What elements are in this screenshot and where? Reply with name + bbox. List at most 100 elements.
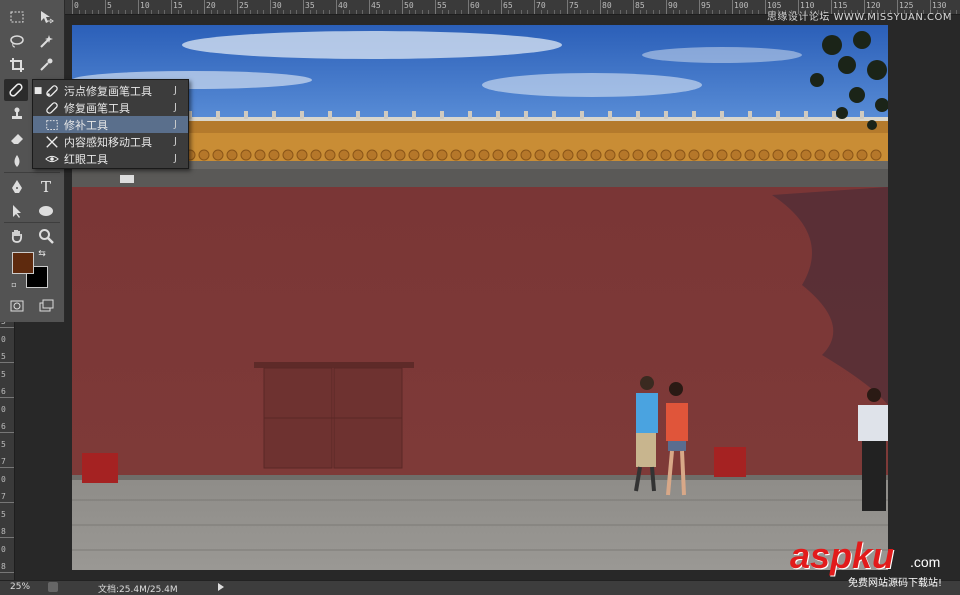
ruler-minor-tick <box>184 10 186 14</box>
roof-tile <box>870 149 882 161</box>
roof-ornament <box>804 111 808 119</box>
flyout-item[interactable]: 内容感知移动工具 J <box>33 133 188 150</box>
swap-colors-icon[interactable]: ⇆ <box>36 248 48 260</box>
ruler-minor-tick <box>283 10 285 14</box>
screen-mode-icon[interactable] <box>34 295 58 317</box>
roof-ornament <box>832 111 836 119</box>
flyout-item-label: 修补工具 <box>64 118 108 132</box>
document-canvas[interactable] <box>72 25 888 570</box>
ruler-minor-tick <box>448 10 450 14</box>
ruler-minor-tick <box>296 10 298 14</box>
ruler-label: 60 <box>470 1 480 10</box>
vertical-ruler[interactable]: 505560657075808 <box>0 315 15 580</box>
ruler-minor-tick <box>481 10 483 14</box>
blur-tool-icon[interactable] <box>5 150 29 172</box>
roof-ornament <box>552 111 556 119</box>
stamp-tool-icon[interactable] <box>5 103 29 125</box>
quick-mask-icon[interactable] <box>5 295 29 317</box>
flyout-item[interactable]: 修补工具 J <box>33 116 188 133</box>
ruler-label: 45 <box>371 1 381 10</box>
ruler-label: 8 <box>1 562 6 571</box>
eraser-tool-icon[interactable] <box>5 127 29 149</box>
ruler-minor-tick <box>118 10 120 14</box>
ruler-minor-tick <box>415 10 417 14</box>
flyout-item[interactable]: 修复画笔工具 J <box>33 99 188 116</box>
roof-tile <box>240 149 252 161</box>
ruler-minor-tick <box>672 10 674 14</box>
ruler-tick <box>732 0 733 14</box>
marquee-tool-icon[interactable] <box>5 6 29 28</box>
selected-bullet: ■ <box>33 85 43 96</box>
roof-tile <box>646 149 658 161</box>
magic-wand-icon[interactable] <box>34 30 58 52</box>
ruler-label: 15 <box>173 1 183 10</box>
ruler-label: 25 <box>239 1 249 10</box>
ruler-minor-tick <box>190 10 192 14</box>
roof-tile <box>520 149 532 161</box>
roof-ornament <box>244 111 248 119</box>
path-selection-icon[interactable] <box>5 200 29 222</box>
ruler-tick <box>0 467 14 468</box>
ruler-label: 8 <box>1 527 6 536</box>
ruler-minor-tick <box>124 10 126 14</box>
roof-tile <box>198 149 210 161</box>
ruler-tick <box>0 537 14 538</box>
roof-tile <box>534 149 546 161</box>
ruler-minor-tick <box>758 10 760 14</box>
ruler-minor-tick <box>540 10 542 14</box>
ruler-minor-tick <box>217 10 219 14</box>
type-tool-icon[interactable]: T <box>34 176 58 198</box>
roof-ornament <box>860 111 864 119</box>
flyout-item[interactable]: ■ 污点修复画笔工具 J <box>33 82 188 99</box>
ruler-minor-tick <box>487 10 489 14</box>
ruler-minor-tick <box>514 10 516 14</box>
ruler-minor-tick <box>78 10 80 14</box>
ruler-minor-tick <box>382 10 384 14</box>
pen-tool-icon[interactable] <box>5 176 29 198</box>
ruler-label: 90 <box>668 1 678 10</box>
roof-ornament <box>748 111 752 119</box>
roof-tile <box>394 149 406 161</box>
ruler-minor-tick <box>355 10 357 14</box>
roof-ornament <box>776 111 780 119</box>
zoom-level[interactable]: 25% <box>10 582 30 592</box>
eyedropper-icon[interactable] <box>34 54 58 76</box>
roof-tile <box>772 149 784 161</box>
foreground-color-swatch[interactable] <box>12 252 34 274</box>
ruler-minor-tick <box>256 10 258 14</box>
ruler-label: 0 <box>1 544 6 554</box>
ruler-minor-tick <box>111 10 113 14</box>
ruler-minor-tick <box>461 10 463 14</box>
ruler-label: 70 <box>536 1 546 10</box>
default-colors-icon[interactable]: ▫ <box>8 278 20 290</box>
roof-tile <box>212 149 224 161</box>
roof-tile <box>786 149 798 161</box>
crop-tool-icon[interactable] <box>5 54 29 76</box>
ruler-minor-tick <box>375 10 377 14</box>
zoom-tool-icon[interactable] <box>34 225 58 247</box>
ruler-minor-tick <box>316 10 318 14</box>
ruler-label: 40 <box>338 1 348 10</box>
ruler-minor-tick <box>745 10 747 14</box>
ruler-minor-tick <box>586 10 588 14</box>
roof-tile <box>548 149 560 161</box>
ruler-minor-tick <box>210 10 212 14</box>
flyout-item[interactable]: 红眼工具 J <box>33 150 188 167</box>
ruler-minor-tick <box>250 10 252 14</box>
lasso-tool-icon[interactable] <box>5 30 29 52</box>
ruler-minor-tick <box>157 10 159 14</box>
spot-healing-tool-icon[interactable] <box>4 79 28 101</box>
document-icon[interactable] <box>48 582 58 592</box>
ruler-label: 5 <box>1 509 6 519</box>
ruler-minor-tick <box>441 10 443 14</box>
ruler-minor-tick <box>692 10 694 14</box>
roof-tile <box>324 149 336 161</box>
roof-ornament <box>692 111 696 119</box>
ruler-minor-tick <box>646 10 648 14</box>
status-menu-arrow-icon[interactable] <box>218 583 224 591</box>
flyout-item-label: 污点修复画笔工具 <box>64 84 152 98</box>
move-tool-icon[interactable] <box>34 6 58 28</box>
ellipse-tool-icon[interactable] <box>34 200 58 222</box>
hand-tool-icon[interactable] <box>5 225 29 247</box>
roof-tile <box>436 149 448 161</box>
